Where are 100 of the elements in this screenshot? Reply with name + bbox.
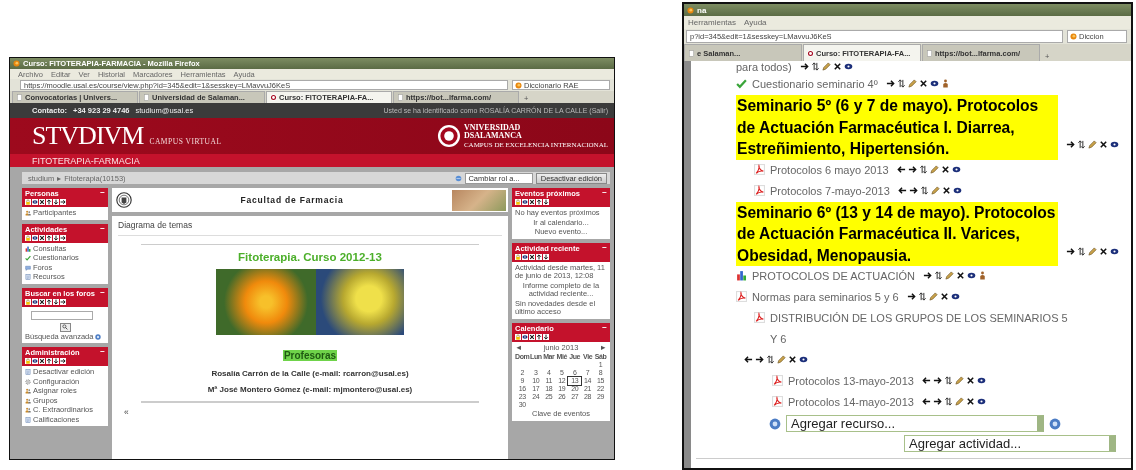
eye-icon[interactable] xyxy=(32,298,38,305)
down-arrow-icon[interactable] xyxy=(53,298,59,305)
left-arrow-icon[interactable] xyxy=(896,164,906,174)
activity-link[interactable]: DISTRIBUCIÓN DE LOS GRUPOS DE LOS SEMINARIOS 5 Y 6 xyxy=(770,308,1070,350)
eye-icon[interactable] xyxy=(952,185,962,195)
search-button[interactable] xyxy=(59,322,71,332)
move-icon[interactable] xyxy=(896,79,906,88)
right-arrow-icon[interactable] xyxy=(1066,246,1075,256)
padlock-icon[interactable] xyxy=(25,234,31,241)
pencil-icon[interactable] xyxy=(928,292,938,301)
right-arrow-icon[interactable] xyxy=(908,185,918,195)
padlock-icon[interactable] xyxy=(515,253,521,260)
delete-icon[interactable] xyxy=(39,199,45,205)
right-arrow-icon[interactable] xyxy=(885,79,895,88)
delete-icon[interactable] xyxy=(39,358,45,364)
pencil-icon[interactable] xyxy=(954,397,964,406)
up-arrow-icon[interactable] xyxy=(46,234,52,241)
eye-icon[interactable] xyxy=(32,234,38,241)
collapse-button[interactable]: − xyxy=(602,243,607,253)
eye-icon[interactable] xyxy=(976,397,986,406)
delete-icon[interactable] xyxy=(956,271,965,280)
pencil-icon[interactable] xyxy=(907,79,917,88)
move-icon[interactable] xyxy=(918,164,928,174)
right-arrow-icon[interactable] xyxy=(932,376,942,385)
delete-icon[interactable] xyxy=(940,164,950,174)
right-arrow-icon[interactable] xyxy=(1066,140,1075,149)
menu-item[interactable]: Herramientas xyxy=(688,18,736,27)
pencil-icon[interactable] xyxy=(1088,246,1097,256)
delete-icon[interactable] xyxy=(788,355,797,364)
person-icon[interactable] xyxy=(940,79,950,88)
move-icon[interactable] xyxy=(919,185,929,195)
move-icon[interactable] xyxy=(766,355,775,364)
up-arrow-icon[interactable] xyxy=(46,298,52,305)
eye-icon[interactable] xyxy=(1110,246,1119,256)
move-icon[interactable] xyxy=(917,292,927,301)
eye-icon[interactable] xyxy=(522,333,528,340)
delete-icon[interactable] xyxy=(832,62,842,71)
eye-icon[interactable] xyxy=(522,199,528,205)
activity-link[interactable]: PROTOCOLOS DE ACTUACIÓN xyxy=(752,266,915,287)
collapse-button[interactable]: − xyxy=(100,189,105,198)
activity-link[interactable]: Protocolos 6 mayo 2013 xyxy=(770,159,889,181)
delete-icon[interactable] xyxy=(529,333,535,340)
left-arrow-icon[interactable] xyxy=(921,376,931,385)
delete-icon[interactable] xyxy=(529,253,535,260)
eye-icon[interactable] xyxy=(967,271,976,280)
pencil-icon[interactable] xyxy=(945,271,954,280)
padlock-icon[interactable] xyxy=(515,333,521,340)
move-icon[interactable] xyxy=(943,397,953,406)
site-logo[interactable]: STVDIVM xyxy=(32,121,144,151)
eye-icon[interactable] xyxy=(843,62,853,71)
right-arrow-icon[interactable] xyxy=(755,355,764,364)
delete-icon[interactable] xyxy=(965,397,975,406)
delete-icon[interactable] xyxy=(941,185,951,195)
activity-link[interactable]: Protocolos 7-mayo-2013 xyxy=(770,180,890,202)
activity-link[interactable]: para todos) xyxy=(736,61,792,74)
left-arrow-icon[interactable] xyxy=(897,185,907,195)
down-arrow-icon[interactable] xyxy=(53,358,59,364)
move-icon[interactable] xyxy=(1077,246,1086,256)
down-arrow-icon[interactable] xyxy=(543,199,549,205)
up-arrow-icon[interactable] xyxy=(536,333,542,340)
activity-link[interactable]: Normas para seminarios 5 y 6 xyxy=(752,287,899,308)
eye-icon[interactable] xyxy=(799,355,808,364)
down-arrow-icon[interactable] xyxy=(543,253,549,260)
person-icon[interactable] xyxy=(978,271,987,280)
collapse-button[interactable]: − xyxy=(602,323,607,333)
collapse-link[interactable]: « xyxy=(118,407,129,417)
pencil-icon[interactable] xyxy=(1088,140,1097,149)
delete-icon[interactable] xyxy=(965,376,975,385)
delete-icon[interactable] xyxy=(918,79,928,88)
eye-icon[interactable] xyxy=(951,164,961,174)
right-arrow-icon[interactable] xyxy=(799,62,809,71)
right-arrow-icon[interactable] xyxy=(60,199,66,205)
delete-icon[interactable] xyxy=(529,199,535,205)
right-arrow-icon[interactable] xyxy=(60,298,66,305)
move-icon[interactable] xyxy=(943,376,953,385)
pencil-icon[interactable] xyxy=(929,164,939,174)
eye-icon[interactable] xyxy=(950,292,960,301)
eye-icon[interactable] xyxy=(522,253,528,260)
eye-icon[interactable] xyxy=(929,79,939,88)
up-arrow-icon[interactable] xyxy=(536,199,542,205)
up-arrow-icon[interactable] xyxy=(536,253,542,260)
pencil-icon[interactable] xyxy=(930,185,940,195)
eye-icon[interactable] xyxy=(1110,140,1119,149)
pencil-icon[interactable] xyxy=(777,355,786,364)
menu-item[interactable]: Ayuda xyxy=(744,18,767,27)
activity-link[interactable]: Cuestionario seminario 4º xyxy=(752,74,878,95)
up-arrow-icon[interactable] xyxy=(46,358,52,364)
delete-icon[interactable] xyxy=(1099,246,1108,256)
help-icon[interactable] xyxy=(769,417,781,430)
right-arrow-icon[interactable] xyxy=(906,292,916,301)
activity-link[interactable]: Protocolos 13-mayo-2013 xyxy=(788,371,914,392)
collapse-button[interactable]: − xyxy=(100,348,105,357)
add-resource-dropdown[interactable]: Agregar recurso... xyxy=(786,415,1044,432)
up-arrow-icon[interactable] xyxy=(46,199,52,205)
activity-link[interactable]: Protocolos 14-mayo-2013 xyxy=(788,392,914,413)
delete-icon[interactable] xyxy=(39,234,45,241)
right-arrow-icon[interactable] xyxy=(60,358,66,364)
move-icon[interactable] xyxy=(934,271,943,280)
down-arrow-icon[interactable] xyxy=(543,333,549,340)
right-arrow-icon[interactable] xyxy=(923,271,932,280)
